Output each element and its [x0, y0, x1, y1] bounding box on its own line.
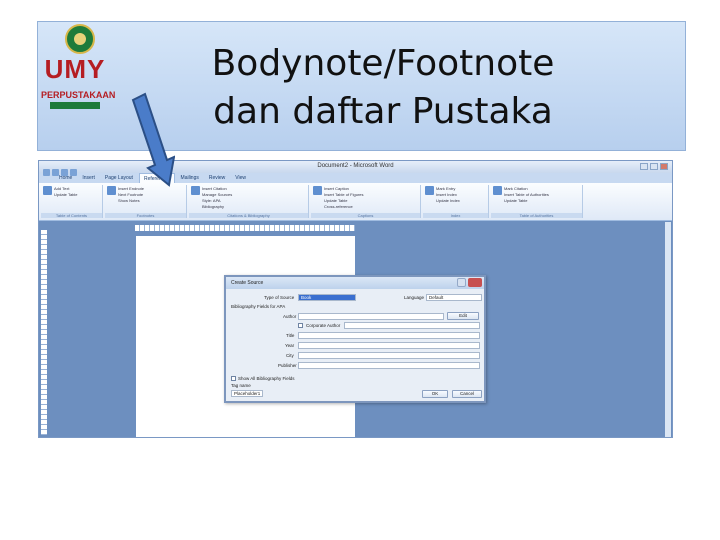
tag-name-label: Tag name: [231, 383, 251, 388]
create-source-dialog: Create Source Type of Source Book Langua…: [224, 275, 486, 403]
ribbon-command[interactable]: Cross-reference: [324, 204, 364, 210]
show-all-fields-checkbox[interactable]: [231, 376, 236, 381]
ribbon-commands: Insert Endnote Next Footnote Show Notes: [118, 186, 144, 204]
dialog-title-bar: Create Source: [226, 277, 484, 289]
maximize-icon[interactable]: [650, 163, 658, 170]
tab-view[interactable]: View: [231, 173, 250, 183]
pointer-arrow-icon: [131, 92, 175, 187]
language-select[interactable]: Default: [426, 294, 482, 301]
ribbon-command-icon[interactable]: [43, 186, 52, 195]
ribbon-commands: Add Text Update Table: [54, 186, 78, 198]
ribbon-command[interactable]: Bibliography: [202, 204, 232, 210]
help-icon[interactable]: [457, 278, 466, 287]
logo-text: UMY: [44, 54, 106, 84]
type-of-source-select[interactable]: Book: [298, 294, 356, 301]
cancel-button[interactable]: Cancel: [452, 390, 482, 398]
ribbon-command[interactable]: Update Index: [436, 198, 460, 204]
year-input[interactable]: [298, 342, 480, 349]
slide-title: Bodynote/Footnote dan daftar Pustaka: [188, 40, 578, 136]
year-label: Year: [285, 343, 295, 348]
tab-review[interactable]: Review: [205, 173, 229, 183]
ribbon-command-icon[interactable]: [107, 186, 116, 195]
slide-title-line1: Bodynote/Footnote: [211, 43, 555, 84]
ribbon-group: Insert Endnote Next Footnote Show Notes Foo…: [105, 185, 187, 218]
edit-button[interactable]: Edit: [447, 312, 479, 320]
ribbon-group: Add Text Update Table Table of Contents: [41, 185, 103, 218]
umy-logo: UMY PERPUSTAKAAN: [40, 24, 120, 114]
slide-title-line2: dan daftar Pustaka: [213, 91, 553, 132]
author-input[interactable]: [298, 313, 444, 320]
ribbon-group: Mark Citation Insert Table of Authorities…: [491, 185, 583, 218]
ribbon-commands: Mark Citation Insert Table of Authorities…: [504, 186, 549, 204]
ribbon-command[interactable]: Show Notes: [118, 198, 144, 204]
type-of-source-label: Type of Source: [264, 295, 295, 300]
city-label: City: [286, 353, 294, 358]
ok-button[interactable]: OK: [422, 390, 448, 398]
ribbon: Add Text Update Table Table of Contents Ins…: [39, 183, 672, 221]
tab-mailings[interactable]: Mailings: [177, 173, 203, 183]
dialog-body: Type of Source Book Language Default Bib…: [226, 289, 484, 403]
vertical-scrollbar[interactable]: [665, 222, 671, 437]
close-icon[interactable]: [660, 163, 668, 170]
fields-header: Bibliography Fields for APA: [231, 304, 286, 309]
publisher-label: Publisher: [278, 363, 297, 368]
ribbon-group-name: Footnotes: [105, 213, 186, 218]
horizontal-ruler: [135, 225, 355, 231]
close-icon[interactable]: [468, 278, 482, 287]
title-label: Title: [286, 333, 295, 338]
tab-insert[interactable]: Insert: [78, 173, 99, 183]
ribbon-group-name: Index: [423, 213, 488, 218]
corporate-author-checkbox[interactable]: [298, 323, 303, 328]
ribbon-command-icon[interactable]: [191, 186, 200, 195]
ribbon-group-name: Table of Contents: [41, 213, 102, 218]
title-input[interactable]: [298, 332, 480, 339]
author-label: Author: [283, 314, 297, 319]
ribbon-command[interactable]: Update Table: [54, 192, 78, 198]
vertical-ruler: [41, 230, 47, 435]
city-input[interactable]: [298, 352, 480, 359]
ribbon-commands: Insert Caption Insert Table of Figures Upd…: [324, 186, 364, 210]
ribbon-command-icon[interactable]: [425, 186, 434, 195]
corporate-author-label: Corporate Author: [306, 323, 341, 328]
language-label: Language: [404, 295, 425, 300]
ribbon-group-name: Table of Authorities: [491, 213, 582, 218]
ribbon-commands: Mark Entry Insert Index Update Index: [436, 186, 460, 204]
dialog-title: Create Source: [231, 280, 264, 286]
ribbon-group-name: Captions: [311, 213, 420, 218]
ribbon-command[interactable]: Update Table: [504, 198, 549, 204]
ribbon-group-name: Citations & Bibliography: [189, 213, 308, 218]
tag-name-input[interactable]: Placeholder1: [231, 390, 263, 397]
corporate-author-input[interactable]: [344, 322, 480, 329]
logo-seal-icon: [65, 24, 95, 54]
show-all-fields-label: Show All Bibliography Fields: [238, 376, 295, 381]
ribbon-command-icon[interactable]: [313, 186, 322, 195]
ribbon-group: Insert Caption Insert Table of Figures Upd…: [311, 185, 421, 218]
ribbon-group: Mark Entry Insert Index Update Index Index: [423, 185, 489, 218]
logo-strip: [50, 102, 100, 109]
ribbon-command-icon[interactable]: [493, 186, 502, 195]
minimize-icon[interactable]: [640, 163, 648, 170]
publisher-input[interactable]: [298, 362, 480, 369]
ribbon-group: Insert Citation Manage Sources Style: APA B…: [189, 185, 309, 218]
logo-subtext: PERPUSTAKAAN: [41, 90, 116, 100]
ribbon-commands: Insert Citation Manage Sources Style: APA B…: [202, 186, 232, 210]
